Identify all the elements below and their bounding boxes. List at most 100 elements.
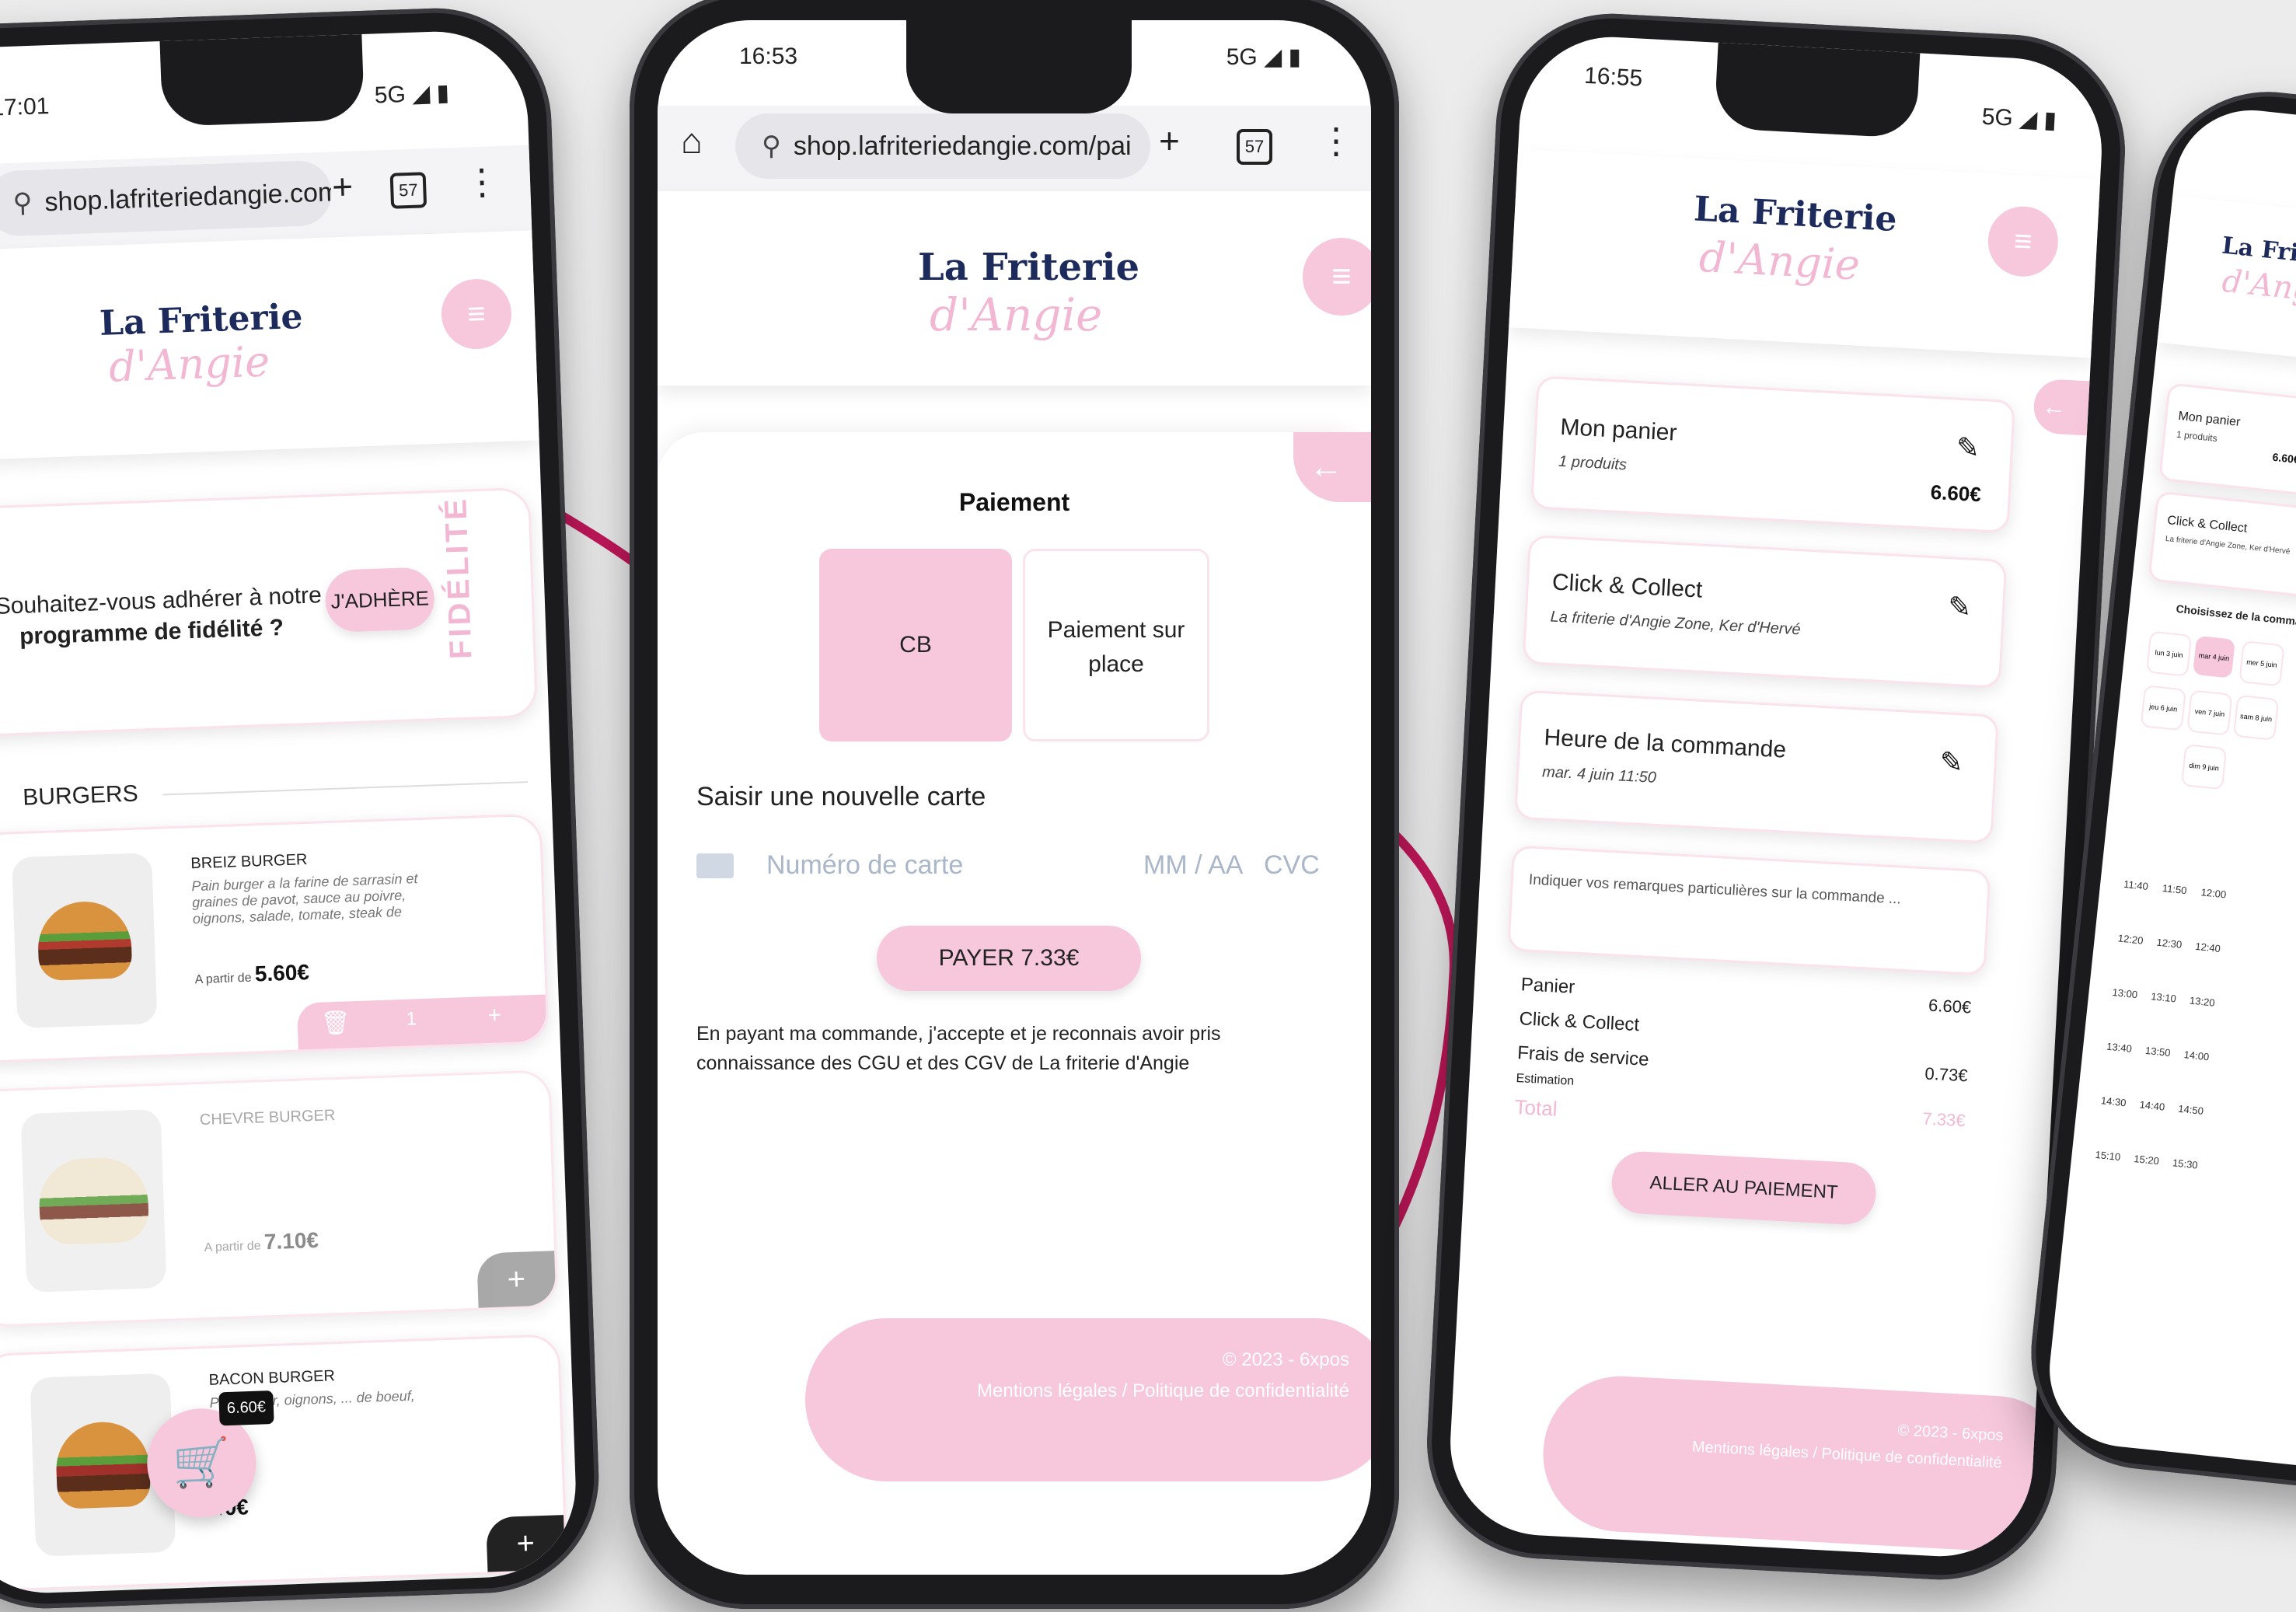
payment-panel: ← Paiement CB Paiement sur place Saisir … xyxy=(658,432,1371,1575)
site-info-icon[interactable]: ⚲ xyxy=(762,131,781,162)
hamburger-menu-icon[interactable]: ≡ xyxy=(1303,238,1371,316)
site-footer: © 2023 - 6xpos Mentions légales / Politi… xyxy=(805,1318,1371,1481)
payment-option-on-site[interactable]: Paiement sur place xyxy=(1023,549,1209,741)
price-prefix: A partir de xyxy=(194,971,252,987)
time-slot[interactable]: 11:40 xyxy=(2123,878,2149,892)
site-header: La Friterie d'Angie xyxy=(2157,195,2296,387)
phone-screen-2: 16:53 5G ◢ ▮ ⌂ ⚲ shop.lafriteriedangie.c… xyxy=(658,20,1371,1575)
time-slot[interactable]: 12:40 xyxy=(2195,940,2221,954)
pay-button[interactable]: PAYER 7.33€ xyxy=(877,926,1141,991)
add-to-cart-button[interactable]: + xyxy=(486,1515,566,1572)
loyalty-text-line2: programme de fidélité ? xyxy=(19,614,284,650)
tab-switcher-button[interactable]: 57 xyxy=(1237,129,1272,165)
burger-icon xyxy=(54,1420,152,1509)
time-slot[interactable]: 13:50 xyxy=(2144,1045,2171,1059)
back-button[interactable]: ← xyxy=(2032,378,2090,436)
site-info-icon[interactable]: ⚲ xyxy=(12,187,33,219)
phone-notch xyxy=(906,20,1132,113)
terms-text: En payant ma commande, j'accepte et je r… xyxy=(696,1023,1221,1074)
home-icon[interactable]: ⌂ xyxy=(681,120,703,162)
phone-frame-2: 16:53 5G ◢ ▮ ⌂ ⚲ shop.lafriteriedangie.c… xyxy=(630,0,1399,1609)
logo-subtitle: d'Angie xyxy=(1698,232,1862,290)
cart-price: 6.60€ xyxy=(1930,480,1982,507)
footer-legal-links[interactable]: Mentions légales / Politique de confiden… xyxy=(1691,1439,2002,1473)
hamburger-menu-icon[interactable]: ≡ xyxy=(1986,204,2060,278)
site-header: La Friterie d'Angie ≡ xyxy=(0,230,539,462)
product-card[interactable]: BREIZ BURGER Pain burger a la farine de … xyxy=(0,813,550,1064)
plus-icon[interactable]: + xyxy=(487,1002,502,1029)
product-name: BREIZ BURGER xyxy=(190,851,308,873)
expiry-field[interactable]: MM / AA xyxy=(1143,850,1243,881)
phone-screen-1: 17:01 5G ◢ ▮ ⚲ shop.lafriteriedangie.com… xyxy=(0,28,579,1596)
card-number-field[interactable]: Numéro de carte xyxy=(766,850,963,881)
trash-icon[interactable]: 🗑 xyxy=(320,1009,351,1037)
summary-label: Panier xyxy=(1520,974,1575,998)
product-card[interactable]: BACON BURGER Pain ... ger, oignons, ... … xyxy=(0,1334,568,1592)
cart-subtitle: 1 produits xyxy=(1558,452,1628,474)
time-slot[interactable]: 13:00 xyxy=(2112,986,2138,1000)
day-chip[interactable]: mer 5 juin xyxy=(2238,640,2285,687)
hamburger-menu-icon[interactable]: ≡ xyxy=(440,277,513,351)
site-header: La Friterie d'Angie ≡ xyxy=(658,191,1371,386)
time-slot[interactable]: 13:20 xyxy=(2189,994,2215,1008)
product-name: CHEVRE BURGER xyxy=(199,1107,336,1129)
time-slot-grid: 11:40 11:50 12:00 12:20 12:30 12:40 13:0… xyxy=(2095,878,2294,1171)
collect-subtitle: La friterie d'Angie Zone, Ker d'Hervé xyxy=(2165,534,2291,557)
time-slot[interactable]: 13:10 xyxy=(2151,990,2177,1004)
time-slot[interactable]: 12:30 xyxy=(2156,937,2183,951)
phone-frame-1: 17:01 5G ◢ ▮ ⚲ shop.lafriteriedangie.com… xyxy=(0,4,603,1612)
time-slot[interactable]: 12:20 xyxy=(2117,932,2144,946)
day-chip[interactable]: jeu 6 juin xyxy=(2140,685,2186,731)
new-tab-icon[interactable]: + xyxy=(1159,120,1180,162)
phone-notch xyxy=(1713,42,1921,139)
product-card[interactable]: CHEVRE BURGER A partir de 7.10€ + xyxy=(0,1069,559,1328)
collect-card[interactable]: Click & Collect La friterie d'Angie Zone… xyxy=(1522,534,2008,689)
card-input-row[interactable]: Numéro de carte MM / AA CVC xyxy=(696,844,1334,891)
time-slot[interactable]: 14:00 xyxy=(2183,1048,2210,1062)
time-slot[interactable]: 12:00 xyxy=(2200,886,2227,900)
loyalty-card: Souhaitez-vous adhérer à notre programme… xyxy=(0,487,539,738)
remarks-placeholder: Indiquer vos remarques particulières sur… xyxy=(1528,871,1902,908)
collect-card[interactable]: Click & Collect La friterie d'Angie Zone… xyxy=(2148,490,2296,616)
footer-copyright: © 2023 - 6xpos xyxy=(1222,1349,1349,1370)
more-menu-icon[interactable]: ⋮ xyxy=(1318,120,1354,162)
payment-option-cb[interactable]: CB xyxy=(819,549,1012,741)
edit-cart-icon[interactable]: ✎ xyxy=(1956,431,1980,466)
time-slot[interactable]: 15:10 xyxy=(2095,1149,2121,1163)
address-bar[interactable]: ⚲ shop.lafriteriedangie.com/pai xyxy=(735,113,1150,179)
time-slot[interactable]: 13:40 xyxy=(2106,1041,2133,1055)
order-time-card[interactable]: Heure de la commande mar. 4 juin 11:50 ✎ xyxy=(1514,689,1999,844)
burger-icon xyxy=(37,900,133,982)
cart-title: Mon panier xyxy=(1559,413,1678,446)
cvc-field[interactable]: CVC xyxy=(1264,850,1320,881)
time-slot[interactable]: 14:50 xyxy=(2178,1103,2204,1117)
time-slot[interactable]: 14:40 xyxy=(2139,1098,2165,1112)
day-chip-selected[interactable]: mar 4 juin xyxy=(2193,635,2235,679)
time-slot[interactable]: 15:20 xyxy=(2134,1153,2160,1167)
footer-legal-links[interactable]: Mentions légales / Politique de confiden… xyxy=(977,1380,1349,1402)
cart-price: 6.60€ xyxy=(2271,450,2296,466)
product-image xyxy=(20,1108,167,1293)
phone-screen-3: 16:55 5G ◢ ▮ La Friterie d'Angie ≡ ← Mon… xyxy=(1446,32,2106,1561)
tab-switcher-button[interactable]: 57 xyxy=(389,172,427,209)
day-picker-title: Choisissez de la commande xyxy=(2175,602,2296,630)
new-tab-icon[interactable]: + xyxy=(331,166,354,208)
day-chip[interactable]: lun 3 juin xyxy=(2145,630,2193,677)
day-chip[interactable]: ven 7 juin xyxy=(2186,689,2233,736)
go-to-payment-button[interactable]: ALLER AU PAIEMENT xyxy=(1610,1150,1878,1226)
time-slot[interactable]: 15:30 xyxy=(2172,1157,2198,1171)
cart-summary-card[interactable]: Mon panier 1 produits ✎ 6.60€ xyxy=(1530,375,2016,534)
remarks-textarea[interactable]: Indiquer vos remarques particulières sur… xyxy=(1507,845,1991,976)
edit-collect-icon[interactable]: ✎ xyxy=(1947,590,1972,624)
time-slot[interactable]: 11:50 xyxy=(2162,882,2187,896)
join-loyalty-button[interactable]: J'ADHÈRE xyxy=(324,567,436,633)
day-chip[interactable]: dim 9 juin xyxy=(2180,744,2228,790)
footer-copyright: © 2023 - 6xpos xyxy=(1897,1422,2004,1445)
day-chip[interactable]: sam 8 juin xyxy=(2232,694,2280,741)
address-bar[interactable]: ⚲ shop.lafriteriedangie.com/frit xyxy=(0,159,333,237)
more-menu-icon[interactable]: ⋮ xyxy=(463,160,501,204)
add-to-cart-button[interactable]: + xyxy=(476,1251,557,1308)
order-time-subtitle: mar. 4 juin 11:50 xyxy=(1541,763,1657,787)
time-slot[interactable]: 14:30 xyxy=(2100,1094,2127,1108)
edit-time-icon[interactable]: ✎ xyxy=(1939,745,1964,780)
